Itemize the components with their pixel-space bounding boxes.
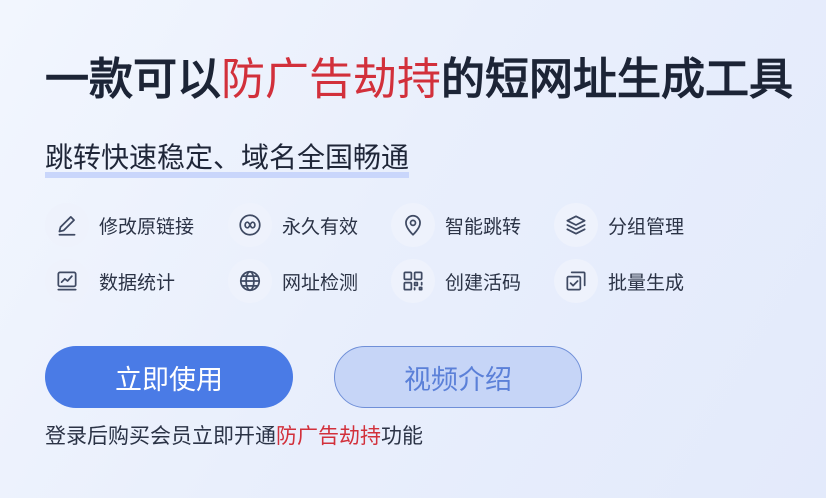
feature-label: 网址检测 [282, 271, 359, 294]
line-chart-icon [45, 259, 89, 303]
feature-item-batch-generate: 批量生成 [554, 258, 684, 304]
feature-label: 创建活码 [445, 271, 522, 294]
headline-prefix: 一款可以 [45, 54, 221, 105]
feature-label: 智能跳转 [445, 215, 522, 238]
subtitle: 跳转快速稳定、域名全国畅通 [45, 138, 410, 178]
use-now-button[interactable]: 立即使用 [45, 346, 293, 408]
feature-label: 分组管理 [608, 215, 685, 238]
headline: 一款可以防广告劫持的短网址生成工具 [45, 52, 793, 108]
feature-label: 数据统计 [99, 271, 176, 294]
pen-icon [45, 203, 89, 247]
footnote-highlight: 防广告劫持 [276, 424, 381, 448]
feature-item-permanent: 永久有效 [228, 202, 358, 248]
feature-item-url-check: 网址检测 [228, 258, 358, 304]
feature-item-smart-redirect: 智能跳转 [391, 202, 521, 248]
location-pin-icon [391, 203, 435, 247]
qr-code-icon [391, 259, 435, 303]
feature-item-statistics: 数据统计 [45, 258, 175, 304]
feature-item-edit-link: 修改原链接 [45, 202, 194, 248]
layers-icon [554, 203, 598, 247]
video-intro-button[interactable]: 视频介绍 [334, 346, 582, 408]
headline-highlight: 防广告劫持 [221, 54, 441, 105]
feature-item-live-code: 创建活码 [391, 258, 521, 304]
infinity-icon [228, 203, 272, 247]
globe-icon [228, 259, 272, 303]
checkbox-copy-icon [554, 259, 598, 303]
footnote-suffix: 功能 [381, 424, 423, 448]
feature-item-group-management: 分组管理 [554, 202, 684, 248]
headline-suffix: 的短网址生成工具 [441, 54, 793, 105]
feature-label: 批量生成 [608, 271, 685, 294]
feature-label: 永久有效 [282, 215, 359, 238]
footnote: 登录后购买会员立即开通防广告劫持功能 [45, 421, 423, 451]
footnote-prefix: 登录后购买会员立即开通 [45, 424, 276, 448]
feature-label: 修改原链接 [99, 215, 195, 238]
